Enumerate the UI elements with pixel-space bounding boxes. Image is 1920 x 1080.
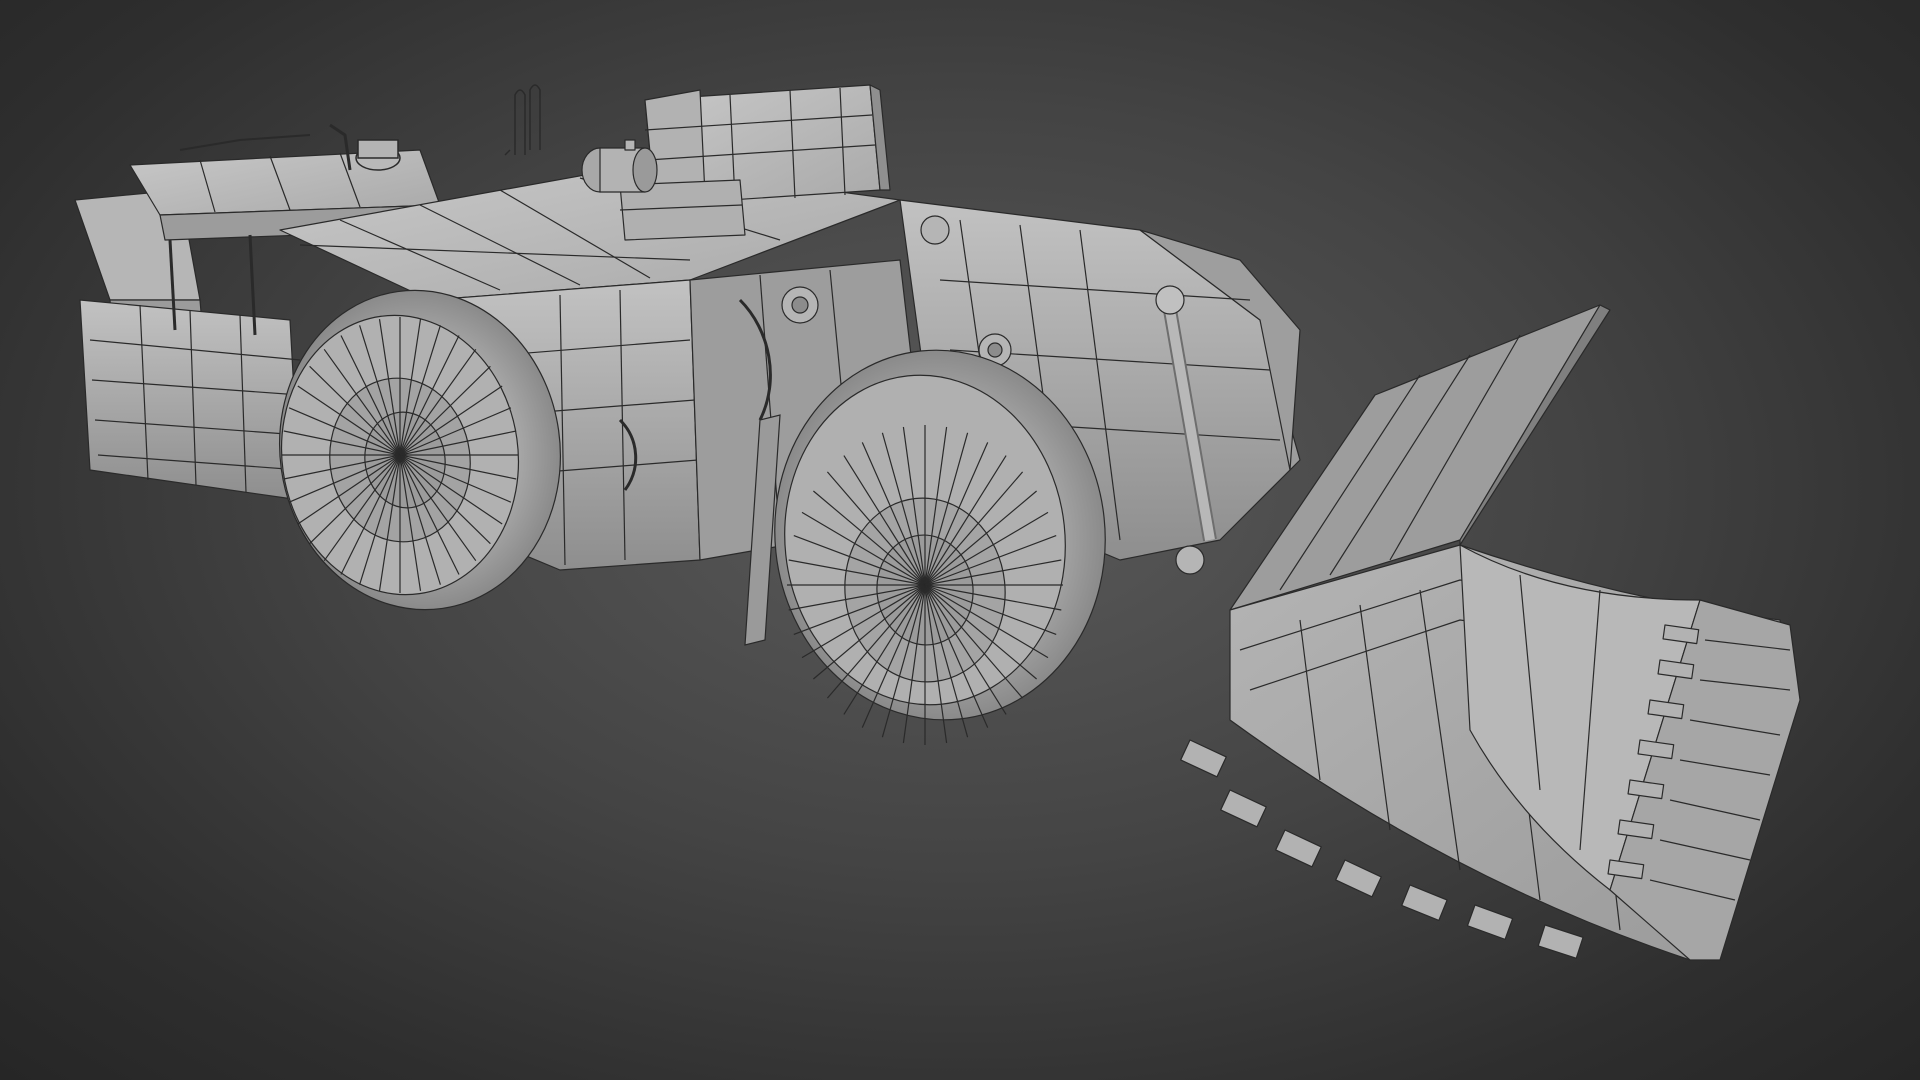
loader-model-render — [74, 84, 1801, 961]
3d-viewport[interactable] — [0, 0, 1920, 1080]
bucket-wear-block — [1401, 884, 1448, 921]
exhaust-stack-icon — [355, 84, 541, 171]
bucket-wear-block — [1335, 859, 1382, 898]
bucket-wear-block — [1537, 924, 1584, 959]
bucket-wear-block — [1466, 904, 1514, 940]
bucket-wear-block — [1220, 789, 1267, 828]
bucket-wear-block — [1275, 829, 1322, 868]
bucket-wear-block — [1180, 739, 1227, 778]
